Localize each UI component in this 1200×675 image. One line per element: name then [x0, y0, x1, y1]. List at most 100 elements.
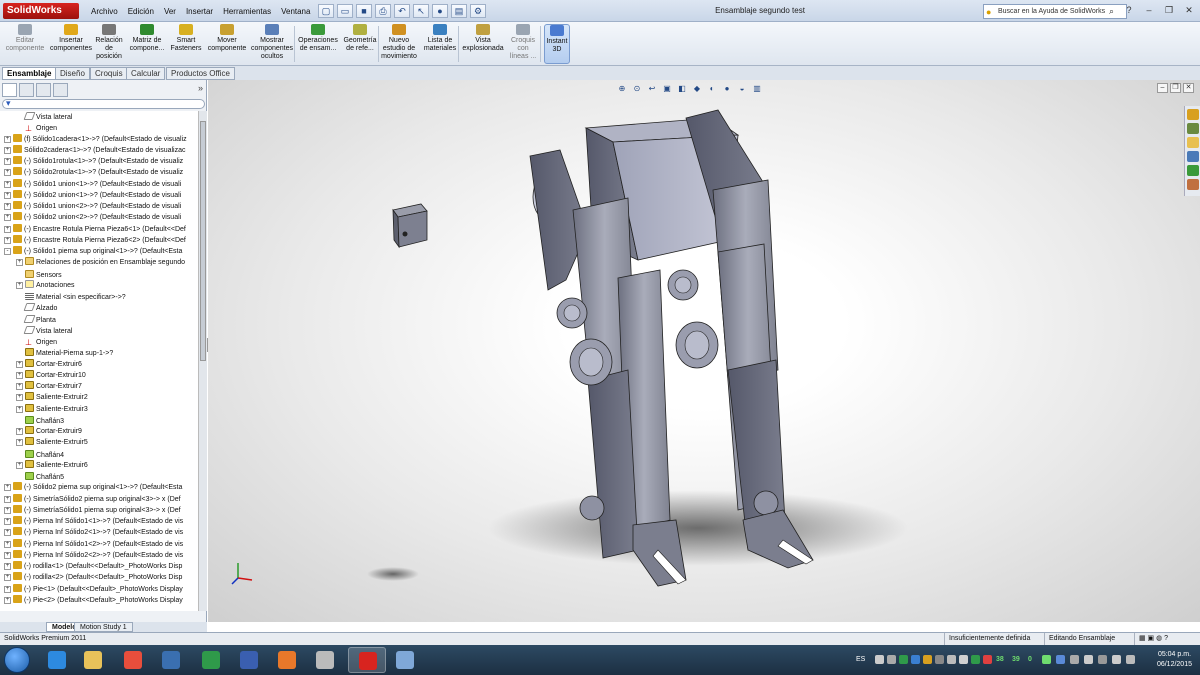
open-folder-icon[interactable]: ▭: [337, 4, 353, 18]
command-insertar-componentes[interactable]: Insertar componentes: [48, 24, 94, 64]
file-properties-icon[interactable]: ▤: [451, 4, 467, 18]
language-indicator[interactable]: ES: [856, 656, 865, 663]
tree-item[interactable]: Sensors: [16, 269, 198, 280]
expand-icon[interactable]: +: [16, 360, 23, 368]
tree-item[interactable]: Vista lateral: [16, 325, 198, 336]
tree-item[interactable]: + (-) SimetríaSólido2 pierna sup original…: [4, 493, 198, 505]
expand-icon[interactable]: +: [16, 405, 23, 413]
display-manager-tab-icon[interactable]: [53, 83, 68, 97]
taskbar-chrome-icon[interactable]: [114, 647, 152, 673]
menu-item[interactable]: Insertar: [181, 5, 218, 18]
expand-icon[interactable]: +: [16, 383, 23, 390]
menu-item[interactable]: Ventana: [276, 5, 315, 18]
close-icon[interactable]: ✕: [1182, 4, 1196, 18]
bluetooth-icon[interactable]: [1056, 655, 1065, 664]
tray-icon-5[interactable]: [923, 655, 932, 664]
expand-icon[interactable]: +: [4, 484, 11, 492]
expand-icon[interactable]: +: [4, 506, 11, 514]
menu-item[interactable]: Herramientas: [218, 5, 276, 18]
tree-item[interactable]: + (-) Sólido2rotula<1>->? (Default<Estado…: [4, 167, 198, 178]
tree-item[interactable]: + (-) Encastre Rotula Pierna Pieza6<1> (D…: [4, 223, 198, 235]
expand-icon[interactable]: +: [4, 225, 11, 233]
expand-icon[interactable]: +: [16, 371, 23, 379]
expand-icon[interactable]: +: [4, 146, 11, 154]
command-relación-de-posición[interactable]: Relación de posición: [94, 24, 124, 64]
tray-icon-11[interactable]: [1042, 655, 1051, 664]
expand-icon[interactable]: +: [4, 135, 11, 143]
taskbar-remote-desktop-icon[interactable]: [230, 647, 268, 673]
tree-item[interactable]: + (-) Pie<1> (Default<<Default>_PhotoWork…: [4, 583, 198, 595]
tree-item[interactable]: + (-) Pierna Inf Sólido1<1>->? (Default<E…: [4, 516, 198, 527]
search-icon[interactable]: ⌕: [1109, 5, 1114, 18]
tree-item[interactable]: + (-) Sólido2 union<1>->? (Default<Estado…: [4, 189, 198, 201]
expand-panel-icon[interactable]: »: [198, 83, 203, 93]
tree-item[interactable]: + Saliente-Extruir3: [16, 403, 198, 415]
tree-item[interactable]: + Cortar-Extruir6: [16, 358, 198, 370]
expand-icon[interactable]: +: [16, 439, 23, 447]
tree-item[interactable]: Planta: [16, 314, 198, 325]
taskbar-firefox-icon[interactable]: [268, 647, 306, 673]
tray-icon-9[interactable]: [971, 655, 980, 664]
tray-icon-2[interactable]: [887, 655, 896, 664]
expand-icon[interactable]: +: [4, 180, 11, 188]
expand-icon[interactable]: +: [16, 394, 23, 402]
expand-icon[interactable]: +: [4, 540, 11, 548]
select-arrow-icon[interactable]: ↖: [413, 4, 429, 18]
tree-item[interactable]: + Cortar-Extruir10: [16, 369, 198, 381]
tray-icon-8[interactable]: [959, 655, 968, 664]
command-nuevo-estudio-de-movimiento[interactable]: Nuevo estudio de movimiento: [380, 24, 418, 64]
expand-icon[interactable]: +: [4, 158, 11, 165]
tab-calcular[interactable]: Calcular: [126, 67, 166, 80]
tree-item[interactable]: Chaflán3: [16, 415, 198, 426]
expand-icon[interactable]: +: [16, 259, 23, 267]
tree-item[interactable]: + (-) Sólido1rotula<1>->? (Default<Estado…: [4, 156, 198, 167]
bottom-tab-motion-study-1[interactable]: Motion Study 1: [74, 622, 133, 632]
tree-item[interactable]: + (-) Pierna Inf Sólido1<2>->? (Default<E…: [4, 538, 198, 550]
tree-item[interactable]: + (-) Sólido2 union<2>->? (Default<Estado…: [4, 212, 198, 223]
tray-icon-6[interactable]: [935, 655, 944, 664]
tree-item[interactable]: ⊥ Origen: [16, 336, 198, 347]
tab-diseño[interactable]: Diseño: [55, 67, 90, 80]
restore-icon[interactable]: ❐: [1162, 4, 1176, 18]
expand-icon[interactable]: +: [4, 551, 11, 559]
tray-icon-1[interactable]: [875, 655, 884, 664]
command-editar-componente[interactable]: Editar componente: [4, 24, 46, 64]
taskbar-internet-explorer-icon[interactable]: [38, 647, 76, 673]
options-gear-icon[interactable]: ⚙: [470, 4, 486, 18]
tree-item[interactable]: Chaflán5: [16, 471, 198, 482]
feature-tree-filter[interactable]: ▾: [2, 98, 205, 109]
command-croquis-con-líneas[interactable]: Croquis con líneas ...: [508, 24, 538, 64]
expand-icon[interactable]: +: [4, 563, 11, 570]
expand-icon[interactable]: +: [4, 518, 11, 525]
tray-icon-4[interactable]: [911, 655, 920, 664]
taskbar-media-app-icon[interactable]: [306, 647, 344, 673]
tree-item[interactable]: + Cortar-Extruir7: [16, 381, 198, 392]
rebuild-icon[interactable]: ●: [432, 4, 448, 18]
assembly-model-render[interactable]: [208, 80, 1200, 622]
graphics-viewport[interactable]: ⊕ ⊙ ↩ ▣ ◧ ◆ ◐ ● ◒ ▥ – ❐ ✕: [208, 80, 1200, 622]
expand-icon[interactable]: +: [4, 191, 11, 199]
print-icon[interactable]: ⎙: [375, 4, 391, 18]
tree-item[interactable]: + Saliente-Extruir2: [16, 392, 198, 403]
tree-item[interactable]: + (-) Sólido1 union<1>->? (Default<Estado…: [4, 178, 198, 190]
expand-icon[interactable]: +: [4, 203, 11, 210]
help-icon[interactable]: ?: [1122, 4, 1136, 18]
menu-item[interactable]: Ver: [159, 5, 181, 18]
system-clock[interactable]: 05:04 p.m. 06/12/2015: [1157, 650, 1192, 670]
command-lista-de-materiales[interactable]: Lista de materiales: [422, 24, 458, 64]
command-mostrar-componentes-ocultos[interactable]: Mostrar componentes ocultos: [250, 24, 294, 64]
expand-icon[interactable]: +: [4, 236, 11, 244]
tree-item[interactable]: + Saliente-Extruir6: [16, 459, 198, 471]
tree-item[interactable]: + Anotaciones: [16, 279, 198, 291]
command-instant-3d[interactable]: Instant 3D: [544, 24, 570, 64]
tray-icon-10[interactable]: [983, 655, 992, 664]
property-manager-tab-icon[interactable]: [19, 83, 34, 97]
tree-item[interactable]: + (-) Pierna Inf Sólido2<2>->? (Default<E…: [4, 549, 198, 561]
taskbar-notepad-app-icon[interactable]: [386, 647, 424, 673]
command-smart-fasteners[interactable]: Smart Fasteners: [168, 24, 204, 64]
tree-item[interactable]: Vista lateral: [16, 111, 198, 122]
start-button-icon[interactable]: [4, 647, 30, 673]
tab-productos-office[interactable]: Productos Office: [166, 67, 235, 80]
tab-croquis[interactable]: Croquis: [90, 67, 128, 80]
tray-icon-7[interactable]: [947, 655, 956, 664]
